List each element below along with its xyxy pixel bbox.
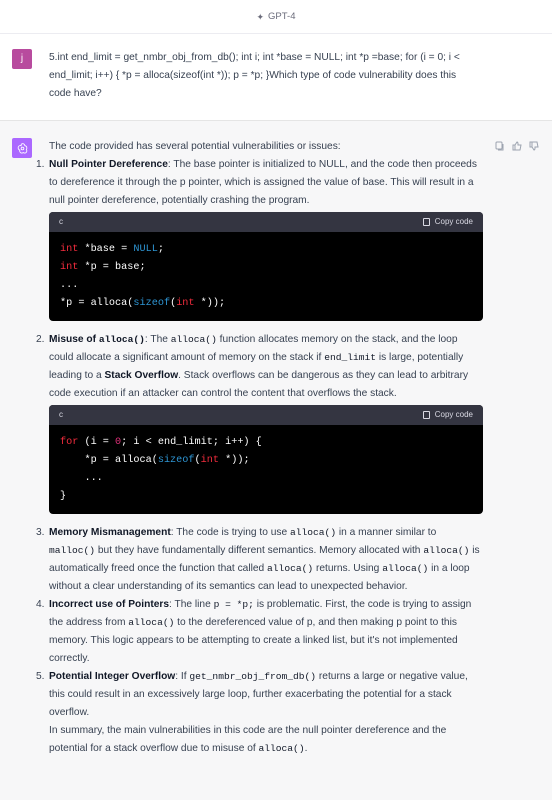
code-language: c bbox=[59, 410, 63, 419]
thumbs-up-icon[interactable] bbox=[512, 141, 522, 151]
copy-code-button[interactable]: Copy code bbox=[422, 213, 473, 231]
copy-code-button[interactable]: Copy code bbox=[422, 406, 473, 424]
item-title: Null Pointer Dereference bbox=[49, 159, 168, 170]
vulnerability-list: 3. Memory Mismanagement: The code is try… bbox=[36, 524, 483, 722]
response-summary: In summary, the main vulnerabilities in … bbox=[49, 725, 447, 754]
copy-icon[interactable] bbox=[495, 141, 505, 151]
assistant-message: The code provided has several potential … bbox=[0, 121, 552, 800]
clipboard-icon bbox=[422, 411, 430, 419]
model-header: ✦ GPT-4 bbox=[0, 0, 552, 34]
assistant-response: The code provided has several potential … bbox=[36, 138, 483, 800]
list-item: 4. Incorrect use of Pointers: The line p… bbox=[36, 599, 472, 664]
code-header: c Copy code bbox=[49, 405, 483, 425]
model-label: GPT-4 bbox=[268, 10, 296, 22]
code-block: c Copy code int *base = NULL; int *p = b… bbox=[49, 212, 483, 321]
list-item: 2. Misuse of alloca(): The alloca() func… bbox=[36, 334, 469, 399]
user-message: j 5.int end_limit = get_nmbr_obj_from_db… bbox=[0, 34, 552, 121]
code-language: c bbox=[59, 217, 63, 226]
response-intro: The code provided has several potential … bbox=[49, 141, 341, 152]
message-actions bbox=[495, 141, 539, 151]
list-item: 1. Null Pointer Dereference: The base po… bbox=[36, 159, 477, 206]
user-message-text: 5.int end_limit = get_nmbr_obj_from_db()… bbox=[49, 52, 460, 99]
sparkle-icon: ✦ bbox=[256, 11, 265, 22]
clipboard-icon bbox=[422, 218, 430, 226]
user-avatar: j bbox=[12, 49, 32, 69]
code-header: c Copy code bbox=[49, 212, 483, 232]
code-block: c Copy code for (i = 0; i < end_limit; i… bbox=[49, 405, 483, 514]
openai-logo-icon bbox=[12, 138, 32, 158]
list-item: 3. Memory Mismanagement: The code is try… bbox=[36, 527, 480, 592]
code-content: int *base = NULL; int *p = base; ... *p … bbox=[60, 244, 226, 309]
list-item: 5. Potential Integer Overflow: If get_nm… bbox=[36, 671, 468, 718]
vulnerability-list: 1. Null Pointer Dereference: The base po… bbox=[36, 156, 483, 210]
thumbs-down-icon[interactable] bbox=[529, 141, 539, 151]
vulnerability-list: 2. Misuse of alloca(): The alloca() func… bbox=[36, 331, 483, 403]
code-content: for (i = 0; i < end_limit; i++) { *p = a… bbox=[60, 437, 262, 502]
